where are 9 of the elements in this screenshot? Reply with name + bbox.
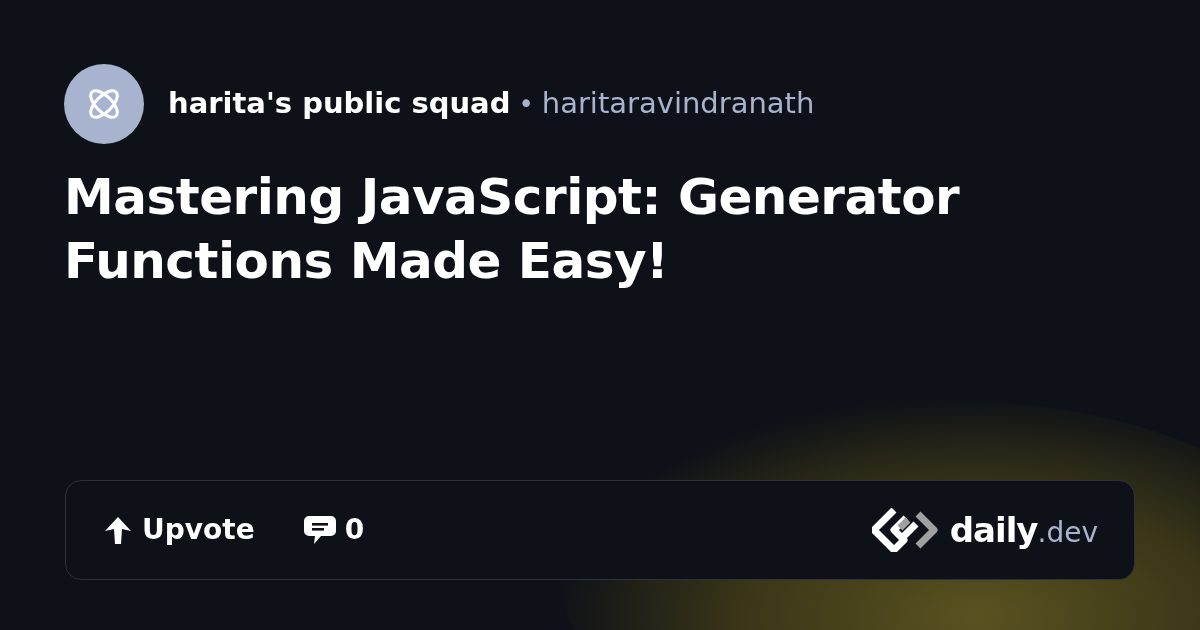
comments-button[interactable]: 0 [302, 509, 365, 551]
brand-suffix: .dev [1037, 514, 1098, 551]
upvote-button[interactable]: Upvote [102, 509, 255, 551]
separator-dot: • [518, 87, 534, 121]
comment-icon [302, 514, 337, 546]
author-name[interactable]: haritaravindranath [541, 82, 815, 126]
post-title: Mastering JavaScript: Generator Functions Made Easy! [64, 167, 961, 292]
squad-name[interactable]: harita's public squad [168, 82, 511, 126]
brand-name: daily [949, 508, 1038, 552]
